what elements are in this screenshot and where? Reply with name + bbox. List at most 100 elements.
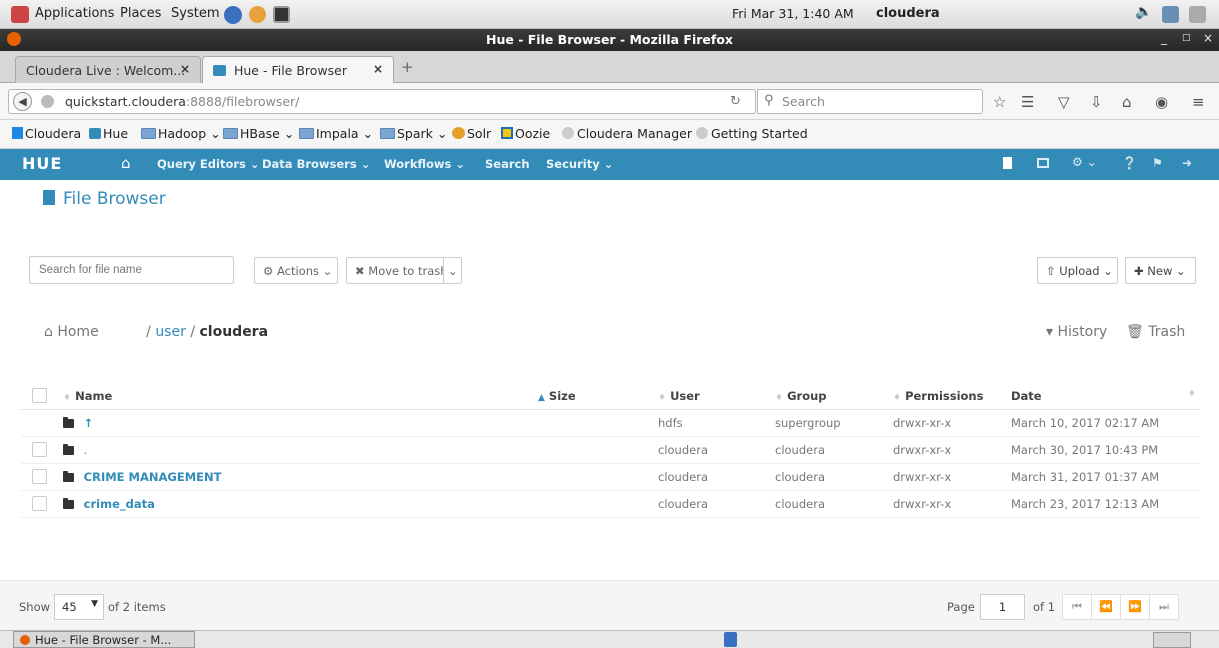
next-page-button[interactable]: ⏩ [1120, 594, 1150, 620]
breadcrumb-home[interactable]: ⌂ Home [44, 324, 99, 340]
help-icon[interactable]: ❔ [1122, 156, 1137, 170]
nav-security[interactable]: Security ⌄ [546, 157, 613, 171]
terminal-launcher-icon[interactable] [273, 6, 290, 23]
table-row[interactable]: crime_data cloudera cloudera drwxr-xr-x … [21, 490, 1200, 518]
firefox-launcher-icon[interactable] [224, 6, 242, 24]
trash-link[interactable]: 🗑 Trash [1126, 324, 1185, 340]
bookmark-hbase[interactable]: HBase ⌄ [223, 126, 294, 141]
last-page-button[interactable]: ⏭ [1149, 594, 1179, 620]
bookmark-cloudera[interactable]: Cloudera [12, 126, 81, 141]
logout-icon[interactable]: ➜ [1182, 156, 1192, 170]
close-window-icon[interactable]: × [1203, 31, 1213, 45]
close-tab-icon[interactable]: × [180, 62, 190, 76]
applications-icon [11, 6, 29, 23]
nav-data-browsers[interactable]: Data Browsers ⌄ [262, 157, 370, 171]
bookmark-hue[interactable]: Hue [89, 126, 128, 141]
file-table: ♦ Name ▲ Size ♦ User ♦ Group ♦ Permissions Da… [21, 383, 1200, 518]
bookmark-oozie[interactable]: Oozie [501, 126, 550, 141]
bookmark-impala[interactable]: Impala ⌄ [299, 126, 373, 141]
column-header-date[interactable]: Date ♦ [1011, 383, 1200, 410]
open-menu-icon[interactable]: ≡ [1192, 93, 1205, 111]
previous-page-button[interactable]: ⏪ [1091, 594, 1121, 620]
downloads-icon[interactable]: ⇩ [1090, 93, 1103, 111]
bookmarks-menu-icon[interactable]: ☰ [1021, 93, 1034, 111]
settings-launcher-icon[interactable] [249, 6, 266, 23]
settings-icon[interactable]: ⚙ ⌄ [1072, 155, 1097, 169]
site-identity-icon[interactable] [41, 95, 54, 108]
pocket-icon[interactable]: ▽ [1058, 93, 1070, 111]
home-icon[interactable]: ⌂ [121, 154, 131, 172]
close-tab-icon[interactable]: × [373, 62, 383, 76]
clock[interactable]: Fri Mar 31, 1:40 AM [732, 6, 854, 21]
job-browser-icon[interactable] [1037, 158, 1049, 168]
nav-search[interactable]: Search [485, 157, 530, 171]
chat-icon[interactable]: ◉ [1155, 93, 1168, 111]
name-cell: . [53, 436, 538, 464]
url-bar[interactable]: ◀ quickstart.cloudera:8888/filebrowser/ … [8, 89, 756, 114]
bookmark-hadoop[interactable]: Hadoop ⌄ [141, 126, 221, 141]
current-dir-link[interactable]: . [84, 443, 88, 457]
tab-strip: Cloudera Live : Welcom... × Hue - File B… [0, 51, 1219, 84]
bookmark-star-icon[interactable]: ☆ [993, 93, 1006, 111]
url-text[interactable]: quickstart.cloudera:8888/filebrowser/ [65, 94, 299, 109]
bookmark-spark[interactable]: Spark ⌄ [380, 126, 447, 141]
system-menu[interactable]: System [171, 6, 219, 21]
bookmark-solr[interactable]: Solr [452, 126, 491, 141]
nav-query-editors[interactable]: Query Editors ⌄ [157, 157, 260, 171]
folder-link[interactable]: crime_data [84, 497, 155, 511]
table-row[interactable]: ↑ hdfs supergroup drwxr-xr-x March 10, 2… [21, 409, 1200, 437]
parent-dir-link[interactable]: ↑ [84, 416, 94, 430]
page-number-input[interactable]: 1 [980, 594, 1025, 620]
hue-logo[interactable]: HUE [22, 154, 62, 173]
flag-icon[interactable]: ⚑ [1152, 156, 1163, 170]
maximize-icon[interactable]: □ [1182, 33, 1191, 43]
bookmark-cloudera-manager[interactable]: Cloudera Manager [562, 126, 692, 141]
row-checkbox[interactable] [32, 442, 47, 457]
column-header-permissions[interactable]: ♦ Permissions [893, 383, 1011, 410]
workspace-switcher[interactable] [1153, 632, 1191, 648]
workspace-icon[interactable] [724, 632, 737, 647]
places-menu[interactable]: Places [120, 6, 161, 21]
breadcrumb-user[interactable]: user [155, 324, 186, 340]
file-search-input[interactable] [29, 256, 234, 284]
file-browser-icon[interactable] [1003, 157, 1012, 169]
back-icon[interactable]: ◀ [13, 92, 32, 111]
minimize-icon[interactable]: _ [1161, 31, 1167, 45]
notification-icon[interactable] [1189, 6, 1206, 23]
breadcrumb-current[interactable]: cloudera [199, 324, 268, 340]
top-panel: Applications Places System Fri Mar 31, 1… [0, 0, 1219, 29]
history-label: History [1057, 324, 1108, 340]
table-row[interactable]: CRIME MANAGEMENT cloudera cloudera drwxr… [21, 463, 1200, 491]
select-all-checkbox[interactable] [32, 388, 47, 404]
row-checkbox[interactable] [32, 496, 47, 511]
trash-dropdown-button[interactable]: ⌄ [443, 257, 462, 284]
upload-label: Upload [1059, 264, 1100, 278]
new-tab-icon[interactable]: + [401, 58, 414, 76]
column-header-group[interactable]: ♦ Group [775, 383, 893, 410]
row-checkbox[interactable] [32, 469, 47, 484]
tab-cloudera-live[interactable]: Cloudera Live : Welcom... × [15, 56, 201, 83]
new-button[interactable]: ✚ New ⌄ [1125, 257, 1196, 284]
column-header-size[interactable]: ▲ Size [538, 383, 658, 410]
first-page-button[interactable]: ⏮ [1062, 594, 1092, 620]
upload-button[interactable]: ⇧ Upload ⌄ [1037, 257, 1118, 284]
volume-icon[interactable]: 🔈 [1135, 4, 1152, 21]
user-menu[interactable]: cloudera [876, 6, 940, 21]
history-link[interactable]: ▾ History [1046, 324, 1107, 340]
taskbar-window-button[interactable]: Hue - File Browser - M... [13, 631, 195, 648]
page-size-select[interactable]: 45 ▼ [54, 594, 104, 620]
applications-menu[interactable]: Applications [35, 6, 114, 21]
search-bar[interactable]: ⚲ Search [757, 89, 983, 114]
reload-icon[interactable]: ↻ [730, 94, 741, 109]
folder-link[interactable]: CRIME MANAGEMENT [84, 470, 222, 484]
column-header-user[interactable]: ♦ User [658, 383, 775, 410]
tab-hue-file-browser[interactable]: Hue - File Browser × [202, 56, 394, 84]
actions-button[interactable]: ⚙ Actions ⌄ [254, 257, 338, 284]
move-to-trash-button[interactable]: ✖ Move to trash [346, 257, 448, 284]
nav-workflows[interactable]: Workflows ⌄ [384, 157, 465, 171]
column-header-name[interactable]: ♦ Name [53, 383, 538, 410]
bookmark-getting-started[interactable]: Getting Started [696, 126, 808, 141]
home-icon[interactable]: ⌂ [1122, 93, 1132, 111]
table-row[interactable]: . cloudera cloudera drwxr-xr-x March 30,… [21, 436, 1200, 464]
network-icon[interactable] [1162, 6, 1179, 23]
